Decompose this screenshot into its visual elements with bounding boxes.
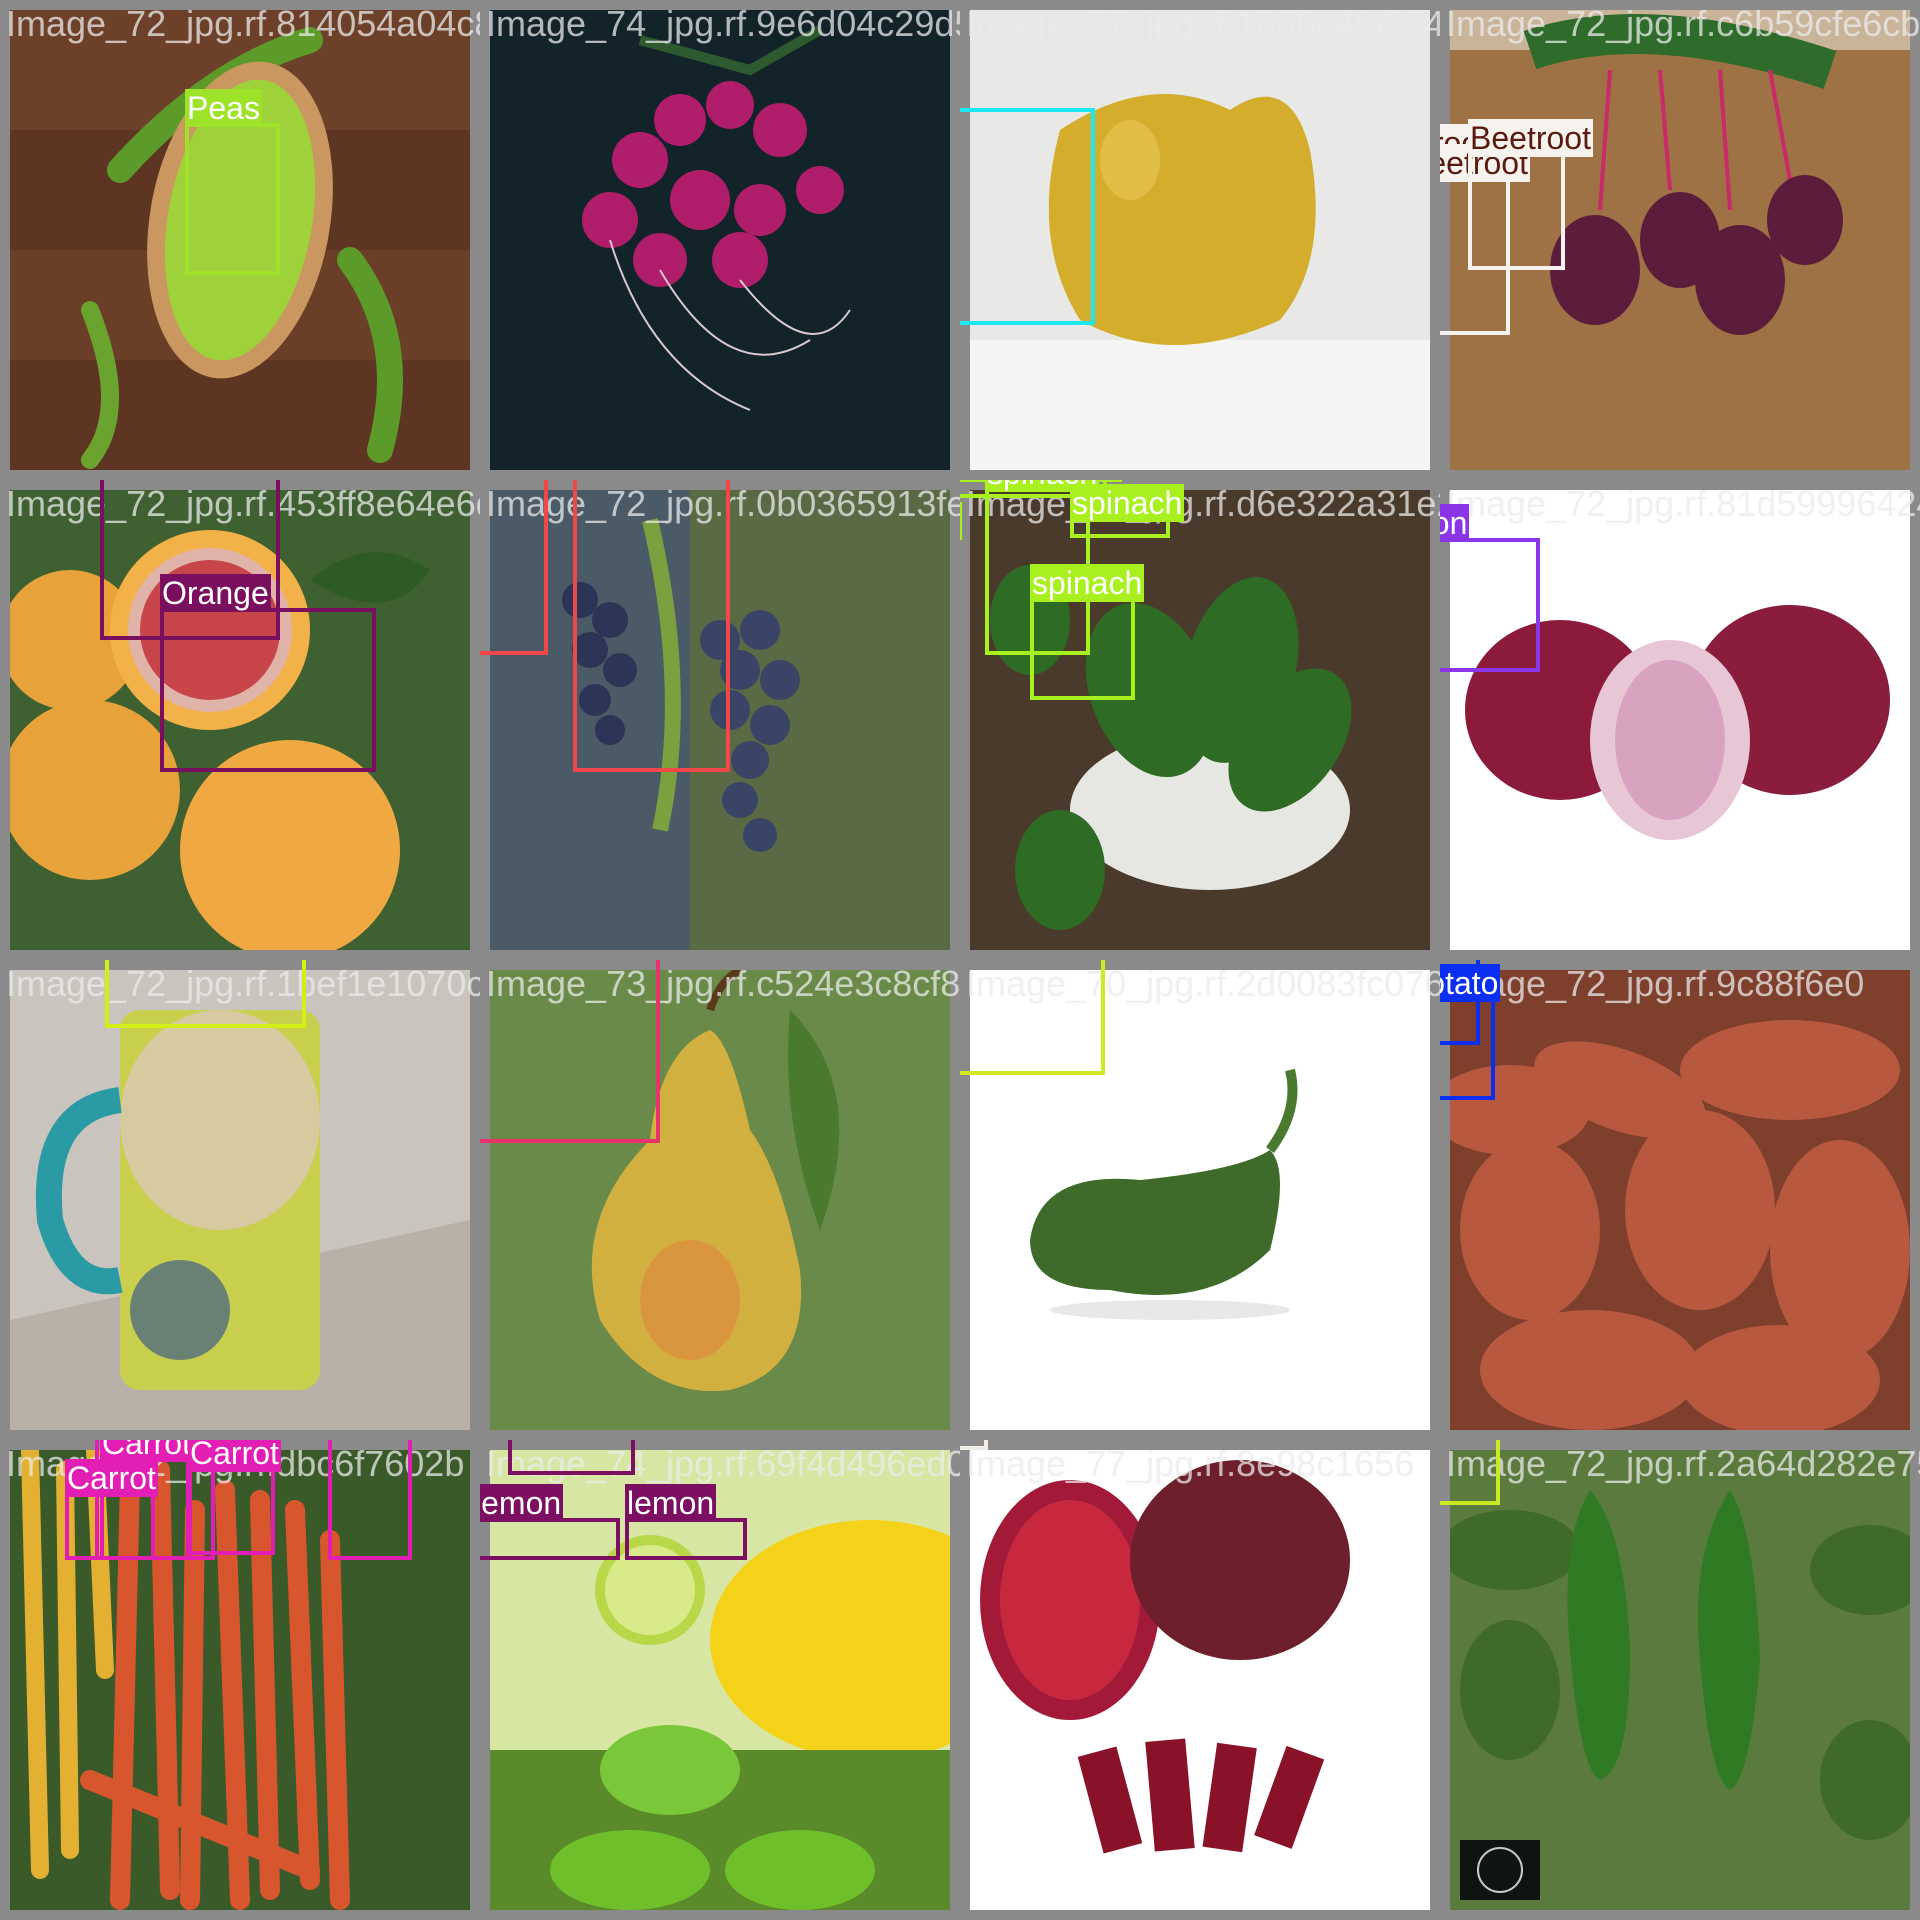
bbox-grapes: Grapes xyxy=(480,480,548,655)
bbox-onion: Onion xyxy=(1440,504,1540,672)
tile-grapes: Image_72_jpg.rf.0b0365913fe04eGrapesGrap… xyxy=(480,480,960,960)
tile-radish: Image_74_jpg.rf.9e6d04c29d5bd07761251880… xyxy=(480,0,960,480)
bbox-lemon: lemon xyxy=(625,1484,747,1560)
bbox-carrot: Carrot xyxy=(188,1440,281,1555)
tile-onion: Image_72_jpg.rf.81d59996424OnionOnionOni… xyxy=(1440,480,1920,960)
bbox-carrot: Carrot xyxy=(328,1440,412,1560)
detection-mosaic: Image_72_jpg.rf.814054a04c8f74776818de52… xyxy=(0,0,1920,1920)
bbox-soya-beans: Soya Beans xyxy=(105,960,306,1028)
sweet-potato-photo xyxy=(1450,970,1910,1430)
bbox-label: Beetroot xyxy=(1468,119,1593,157)
image-filename: Image_72_jpg.rf.2a64d282e7537b xyxy=(1446,1443,1920,1484)
tile-mango: Image_77_jpg.rf.1880c4fa374aa976e2f8c6d M… xyxy=(960,0,1440,480)
bbox-label: lemon xyxy=(625,1484,717,1522)
beetroot-white-photo xyxy=(970,1450,1430,1910)
bbox-label: Carrot xyxy=(65,1459,158,1497)
tile-peas: Image_72_jpg.rf.814054a04c8f74776818de52… xyxy=(0,0,480,480)
bbox-label: spinach xyxy=(1070,484,1185,522)
tile-carrot: Image_72_jpg.rf.dbc6f7602bCarrotCarrotCa… xyxy=(0,1440,480,1920)
tile-soya: Image_72_jpg.rf.1bef1e1070cSoya Beans xyxy=(0,960,480,1440)
tile-lemon: Image_74_jpg.rf.69f4d496ed0a7b5a2blemonl… xyxy=(480,1440,960,1920)
jalepeno-plant-photo xyxy=(1450,1450,1910,1910)
bbox-label: spinach xyxy=(1030,564,1145,602)
image-filename: Image_74_jpg.rf.9e6d04c29d5bd07761251880… xyxy=(486,3,960,44)
image-filename: Image_72_jpg.rf.814054a04c8f74776818de52… xyxy=(6,3,480,44)
soya-photo xyxy=(10,970,470,1430)
bbox-label: sweet potato xyxy=(1440,964,1501,1002)
image-filename: Image_72_jpg.rf.9c88f6e0 xyxy=(1446,963,1865,1004)
bbox-spinach: spinach xyxy=(1030,564,1145,700)
tile-spinach: Image_06_jpg.rf.d6e322a31e2813756bdspina… xyxy=(960,480,1440,960)
tile-sweet-potato: Image_72_jpg.rf.9c88f6e0swsweet potatosw… xyxy=(1440,960,1920,1440)
bbox-label: spinach xyxy=(960,502,963,540)
bbox-spinach: spinach xyxy=(1070,484,1185,538)
bbox-orange: Orange xyxy=(160,574,376,772)
tile-orange: Image_72_jpg.rf.453ff8e64e6dc5b6b9fcdbOr… xyxy=(0,480,480,960)
bbox-label: Onion xyxy=(1440,504,1470,542)
bbox-label: Peas xyxy=(185,89,262,127)
bbox-grapes: Grapes xyxy=(573,480,730,772)
radish-photo xyxy=(490,10,950,470)
bbox-lemon: lemon xyxy=(480,1484,620,1560)
bbox-paer: paer xyxy=(480,960,660,1143)
bbox-label: lemon xyxy=(480,1484,564,1522)
image-filename: Image_77_jpg.rf.8e98c1656 xyxy=(966,1443,1415,1484)
bbox-mango: Mango xyxy=(960,108,1095,325)
image-filename: Image_77_jpg.rf.1880c4fa374aa976e2f8c6d xyxy=(966,3,1440,44)
bbox-label: Orange xyxy=(160,574,271,612)
tile-jalepeno-white: Image_70_jpg.rf.2d0083fc0761Jalepeno xyxy=(960,960,1440,1440)
bbox-carrot: Carrot xyxy=(65,1459,158,1560)
tile-beetroot-white: Image_77_jpg.rf.8e98c1656BeetrootBeetroo… xyxy=(960,1440,1440,1920)
bbox-peas: Peas xyxy=(185,89,280,275)
bbox-jalepeno: Jalepeno xyxy=(960,960,1105,1075)
bbox-label: Carrot xyxy=(188,1440,281,1472)
bbox-sweet-potato: sweet potato xyxy=(1440,964,1501,1100)
tile-jalepeno-plant: Image_72_jpg.rf.2a64d282e7537bJalepenoJa… xyxy=(1440,1440,1920,1920)
tile-beetroot-board: Image_72_jpg.rf.c6b59cfe6cbd8f0BeetrootB… xyxy=(1440,0,1920,480)
tile-pear: Image_73_jpg.rf.c524e3c8cf866paer xyxy=(480,960,960,1440)
bbox-jalepeno: Jalepeno xyxy=(1440,1440,1500,1505)
bbox-beetroot: Beetroot xyxy=(1468,119,1593,270)
image-filename: Image_72_jpg.rf.c6b59cfe6cbd8f0 xyxy=(1446,3,1920,44)
bbox-beetroot: Beetroot xyxy=(960,1440,988,1450)
image-filename: Image_72_jpg.rf.81d59996424 xyxy=(1446,483,1920,524)
bbox-lemon: lemon xyxy=(508,1440,635,1475)
